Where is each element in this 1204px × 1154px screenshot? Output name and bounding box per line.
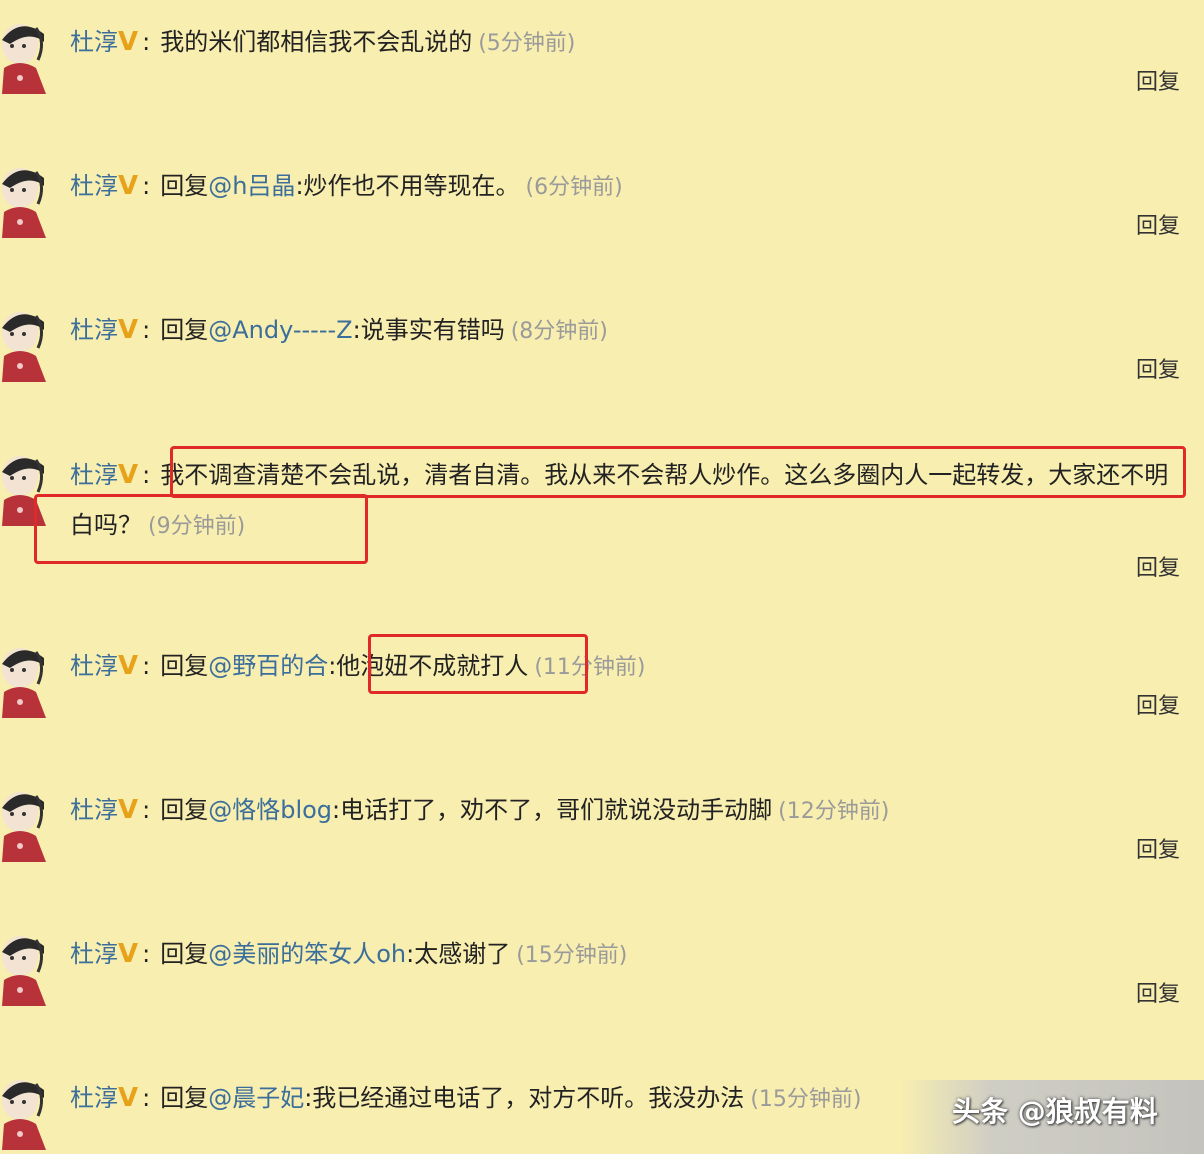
comment-item: 杜淳V: 我的米们都相信我不会乱说的 (5分钟前) 回复 [0, 0, 1204, 144]
reply-button[interactable]: 回复 [1136, 352, 1180, 384]
comment-time: (15分钟前) [516, 943, 628, 968]
comment-item: 杜淳V: 回复@野百的合:他泡妞不成就打人 (11分钟前) 回复 [0, 624, 1204, 768]
comment-time: (15分钟前) [750, 1087, 862, 1112]
comment-time: (11分钟前) [534, 655, 646, 680]
colon: : [142, 796, 151, 824]
watermark: 头条 @狼叔有料 [952, 1095, 1158, 1128]
avatar[interactable] [0, 790, 50, 862]
colon: : [142, 1084, 151, 1112]
author-name[interactable]: 杜淳 [70, 796, 118, 824]
reply-button[interactable]: 回复 [1136, 550, 1180, 582]
comment-item: 杜淳V: 回复@美丽的笨女人oh:太感谢了 (15分钟前) 回复 [0, 912, 1204, 1056]
verified-v-icon: V [118, 27, 139, 57]
comment-time: (6分钟前) [525, 175, 623, 200]
comment-time: (8分钟前) [510, 319, 608, 344]
verified-v-icon: V [118, 315, 139, 345]
comment-text-line: 杜淳V: 回复@恪恪blog:电话打了，劝不了，哥们就说没动手动脚 (12分钟前) [70, 792, 1184, 830]
author-name[interactable]: 杜淳 [70, 652, 118, 680]
comment-item: 杜淳V: 回复@h吕晶:炒作也不用等现在。 (6分钟前) 回复 [0, 144, 1204, 288]
verified-v-icon: V [118, 939, 139, 969]
verified-v-icon: V [118, 460, 139, 490]
author-name[interactable]: 杜淳 [70, 940, 118, 968]
avatar[interactable] [0, 454, 50, 526]
avatar[interactable] [0, 934, 50, 1006]
comment-text-line: 杜淳V: 我不调查清楚不会乱说，清者自清。我从来不会帮人炒作。这么多圈内人一起转发… [70, 450, 1180, 552]
colon: : [142, 940, 151, 968]
verified-v-icon: V [118, 651, 139, 681]
comment-body: :说事实有错吗 [352, 316, 505, 344]
author-name[interactable]: 杜淳 [70, 28, 118, 56]
comment-body: 我的米们都相信我不会乱说的 [160, 28, 473, 56]
author-name[interactable]: 杜淳 [70, 172, 118, 200]
comment-time: (9分钟前) [148, 514, 246, 539]
colon: : [142, 652, 151, 680]
comment-text-line: 杜淳V: 回复@美丽的笨女人oh:太感谢了 (15分钟前) [70, 936, 1184, 974]
reply-prefix: 回复 [160, 940, 209, 968]
avatar[interactable] [0, 1078, 50, 1150]
colon: : [142, 461, 151, 489]
avatar[interactable] [0, 22, 50, 94]
avatar[interactable] [0, 310, 50, 382]
comment-body: :太感谢了 [406, 940, 511, 968]
reply-button[interactable]: 回复 [1136, 688, 1180, 720]
comment-text-line: 杜淳V: 回复@野百的合:他泡妞不成就打人 (11分钟前) [70, 648, 1184, 686]
mention-link[interactable]: @Andy-----Z [208, 316, 352, 344]
comment-time: (12分钟前) [778, 799, 890, 824]
comment-text-line: 杜淳V: 回复@h吕晶:炒作也不用等现在。 (6分钟前) [70, 168, 1184, 206]
mention-link[interactable]: @h吕晶 [208, 172, 295, 200]
reply-prefix: 回复 [160, 796, 209, 824]
verified-v-icon: V [118, 795, 139, 825]
mention-link[interactable]: @美丽的笨女人oh [208, 940, 406, 968]
reply-button[interactable]: 回复 [1136, 64, 1180, 96]
verified-v-icon: V [118, 1083, 139, 1113]
reply-button[interactable]: 回复 [1136, 832, 1180, 864]
comment-text-line: 杜淳V: 回复@Andy-----Z:说事实有错吗 (8分钟前) [70, 312, 1184, 350]
reply-prefix: 回复 [160, 172, 209, 200]
colon: : [142, 172, 151, 200]
comment-time: (5分钟前) [478, 31, 576, 56]
mention-link[interactable]: @恪恪blog [208, 796, 332, 824]
comment-item: 杜淳V: 回复@Andy-----Z:说事实有错吗 (8分钟前) 回复 [0, 288, 1204, 432]
author-name[interactable]: 杜淳 [70, 1084, 118, 1112]
colon: : [142, 316, 151, 344]
comment-text-line: 杜淳V: 我的米们都相信我不会乱说的 (5分钟前) [70, 24, 1184, 62]
avatar[interactable] [0, 646, 50, 718]
avatar[interactable] [0, 166, 50, 238]
reply-button[interactable]: 回复 [1136, 976, 1180, 1008]
reply-prefix: 回复 [160, 1084, 209, 1112]
verified-v-icon: V [118, 171, 139, 201]
mention-link[interactable]: @晨子妃 [208, 1084, 304, 1112]
comment-body: :炒作也不用等现在。 [295, 172, 520, 200]
author-name[interactable]: 杜淳 [70, 316, 118, 344]
comment-item: 杜淳V: 回复@恪恪blog:电话打了，劝不了，哥们就说没动手动脚 (12分钟前) … [0, 768, 1204, 912]
reply-button[interactable]: 回复 [1136, 208, 1180, 240]
comment-item: 杜淳V: 我不调查清楚不会乱说，清者自清。我从来不会帮人炒作。这么多圈内人一起转发… [0, 432, 1204, 624]
reply-prefix: 回复 [160, 652, 209, 680]
comment-body: :电话打了，劝不了，哥们就说没动手动脚 [332, 796, 773, 824]
reply-prefix: 回复 [160, 316, 209, 344]
mention-link[interactable]: @野百的合 [208, 652, 328, 680]
author-name[interactable]: 杜淳 [70, 461, 118, 489]
comment-body: :他泡妞不成就打人 [328, 652, 529, 680]
colon: : [142, 28, 151, 56]
comment-body: :我已经通过电话了，对方不听。我没办法 [304, 1084, 745, 1112]
